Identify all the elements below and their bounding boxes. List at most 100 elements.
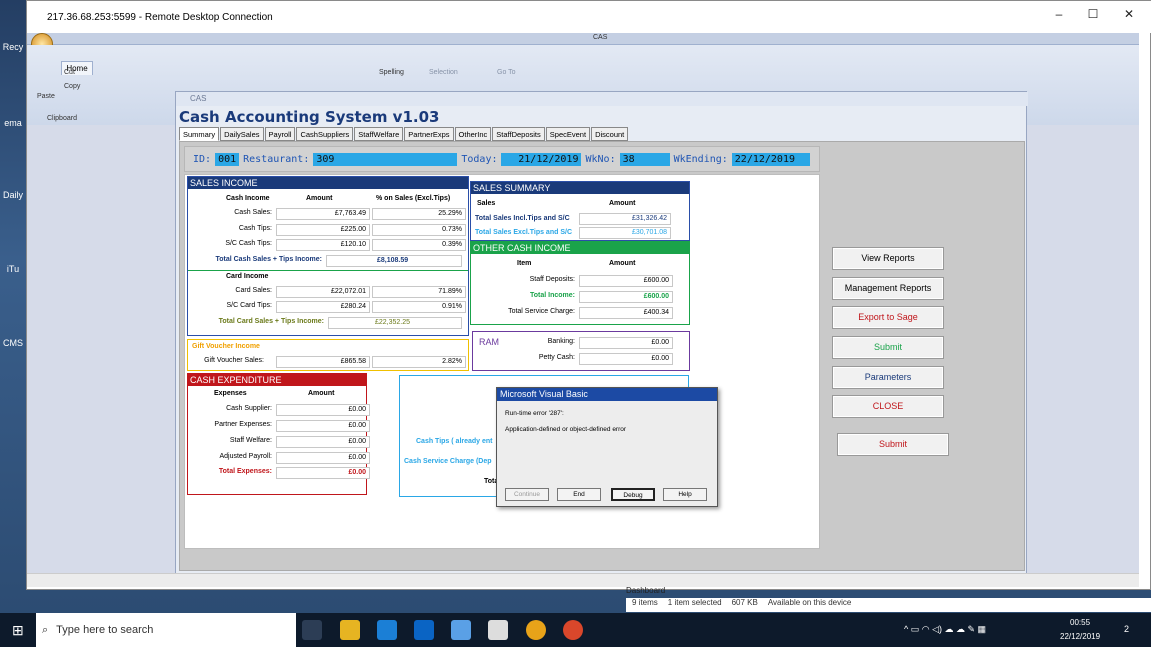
tab-specevent[interactable]: SpecEvent	[545, 127, 591, 141]
notification-badge[interactable]: 2	[1124, 624, 1129, 634]
outlook-icon[interactable]	[414, 620, 434, 640]
desktop-icon[interactable]: iTu	[0, 264, 26, 274]
help-button[interactable]: Help	[663, 488, 707, 501]
sales-summary-title: SALES SUMMARY	[471, 182, 689, 194]
tab-staffdeposits[interactable]: StaffDeposits	[492, 127, 545, 141]
selected-size: 607 KB	[731, 598, 758, 607]
tab-staffwelfare[interactable]: StaffWelfare	[354, 127, 404, 141]
edge-icon[interactable]	[377, 620, 397, 640]
parameters-button[interactable]: Parameters	[832, 366, 944, 389]
chrome-icon[interactable]	[526, 620, 546, 640]
task-view-icon[interactable]	[302, 620, 322, 640]
desktop-icon[interactable]: Daily	[0, 190, 26, 200]
sc-card-tips-field[interactable]: £280.24	[276, 301, 370, 313]
tab-otherinc[interactable]: OtherInc	[454, 127, 492, 141]
spelling-button[interactable]: Spelling	[379, 69, 404, 76]
horizontal-scrollbar[interactable]	[27, 573, 1139, 587]
items-selected: 1 item selected	[667, 598, 722, 607]
cash-tips-field[interactable]: £225.00	[276, 224, 370, 236]
export-to-sage-button[interactable]: Export to Sage	[832, 306, 944, 329]
cash-sales-field[interactable]: £7,763.49	[276, 208, 370, 220]
petty-cash-field[interactable]: £0.00	[579, 353, 673, 365]
banking-field[interactable]: £0.00	[579, 337, 673, 349]
error-message: Application-defined or object-defined er…	[505, 426, 627, 433]
close-button[interactable]: CLOSE	[832, 395, 944, 418]
gift-voucher-field[interactable]: £865.58	[276, 356, 370, 368]
item-header: Item	[517, 260, 532, 267]
id-field[interactable]: 001	[215, 152, 240, 166]
excl-label: Total Sales Excl.Tips and S/C	[475, 229, 572, 236]
sales-incl-field[interactable]: £31,326.42	[579, 213, 671, 225]
cash-supplier-field[interactable]: £0.00	[276, 404, 370, 416]
cas-title-bar[interactable]: CAS	[176, 92, 1028, 106]
dashboard-item[interactable]: Dashboard	[626, 586, 665, 595]
submit-button[interactable]: Submit	[832, 336, 944, 359]
paste-button[interactable]: Paste	[37, 93, 55, 100]
continue-button[interactable]: Continue	[505, 488, 549, 501]
tab-partnerexps[interactable]: PartnerExps	[404, 127, 454, 141]
desktop-icon[interactable]: ema	[0, 118, 26, 128]
cash-income-header: Cash Income	[226, 195, 270, 202]
view-reports-button[interactable]: View Reports	[832, 247, 944, 270]
card-sales-pct[interactable]: 71.89%	[372, 286, 466, 298]
start-icon[interactable]: ⊞	[12, 622, 24, 639]
cash-tips-pct[interactable]: 0.73%	[372, 224, 466, 236]
search-box[interactable]: ⌕ Type here to search	[36, 613, 296, 647]
total-expenses-field[interactable]: £0.00	[276, 467, 370, 479]
sales-header: Sales	[477, 200, 496, 207]
management-reports-button[interactable]: Management Reports	[832, 277, 944, 300]
service-charge-field[interactable]: £400.34	[579, 307, 673, 319]
card-sales-field[interactable]: £22,072.01	[276, 286, 370, 298]
tab-discount[interactable]: Discount	[591, 127, 629, 141]
total-card-field[interactable]: £22,352.25	[328, 317, 462, 329]
chrome-icon[interactable]	[563, 620, 583, 640]
today-field[interactable]: 21/12/2019	[501, 152, 582, 166]
desktop-icon[interactable]: Recy	[0, 42, 26, 52]
sc-cash-tips-pct[interactable]: 0.39%	[372, 239, 466, 251]
sc-card-tips-pct[interactable]: 0.91%	[372, 301, 466, 313]
goto-button[interactable]: Go To	[497, 69, 516, 76]
tab-summary[interactable]: Summary	[179, 127, 220, 141]
gift-title: Gift Voucher Income	[192, 343, 260, 350]
tab-dailysales[interactable]: DailySales	[220, 127, 264, 141]
minimize-icon[interactable]: –	[1049, 7, 1069, 21]
error-code: Run-time error '287':	[505, 410, 564, 417]
banking-label: Banking:	[547, 338, 575, 345]
submit-button-2[interactable]: Submit	[837, 433, 949, 456]
sc-cash-tips-field[interactable]: £120.10	[276, 239, 370, 251]
total-cash-field[interactable]: £8,108.59	[326, 255, 462, 267]
dialog-title[interactable]: Microsoft Visual Basic	[497, 388, 717, 401]
rdp-title-bar[interactable]: 217.36.68.253:5599 - Remote Desktop Conn…	[27, 1, 1151, 33]
selection-button[interactable]: Selection	[429, 69, 458, 76]
expenditure-title: CASH EXPENDITURE	[188, 374, 366, 386]
wkending-field[interactable]: 22/12/2019	[731, 152, 810, 166]
remote-desktop-icon[interactable]	[451, 620, 471, 640]
file-explorer-icon[interactable]	[340, 620, 360, 640]
staff-welfare-field[interactable]: £0.00	[276, 436, 370, 448]
cut-button[interactable]: Cut	[64, 69, 75, 76]
row-label: Cash Tips:	[238, 225, 272, 232]
tab-payroll[interactable]: Payroll	[264, 127, 296, 141]
sc-dep-label: Cash Service Charge (Dep	[404, 458, 492, 465]
wkno-select[interactable]: 38	[619, 152, 670, 166]
maximize-icon[interactable]: ☐	[1083, 7, 1103, 21]
system-tray-icons[interactable]: ^ ▭ ◠ ◁) ☁ ☁ ✎ ▦	[904, 624, 986, 635]
sales-excl-field[interactable]: £30,701.08	[579, 227, 671, 239]
cash-sales-pct[interactable]: 25.29%	[372, 208, 466, 220]
clock-date[interactable]: 22/12/2019	[1060, 632, 1100, 641]
clock-time[interactable]: 00:55	[1070, 618, 1090, 627]
staff-deposits-field[interactable]: £600.00	[579, 275, 673, 287]
debug-button[interactable]: Debug	[611, 488, 655, 501]
items-count: 9 items	[632, 598, 658, 607]
tab-cashsuppliers[interactable]: CashSuppliers	[296, 127, 354, 141]
partner-expenses-field[interactable]: £0.00	[276, 420, 370, 432]
gift-voucher-pct[interactable]: 2.82%	[372, 356, 466, 368]
copy-button[interactable]: Copy	[64, 83, 80, 90]
adjusted-payroll-field[interactable]: £0.00	[276, 452, 370, 464]
desktop-icon[interactable]: CMS	[0, 338, 26, 348]
close-icon[interactable]: ✕	[1119, 7, 1139, 21]
end-button[interactable]: End	[557, 488, 601, 501]
mail-icon[interactable]	[488, 620, 508, 640]
total-income-field[interactable]: £600.00	[579, 291, 673, 303]
restaurant-field[interactable]: 309	[313, 152, 458, 166]
